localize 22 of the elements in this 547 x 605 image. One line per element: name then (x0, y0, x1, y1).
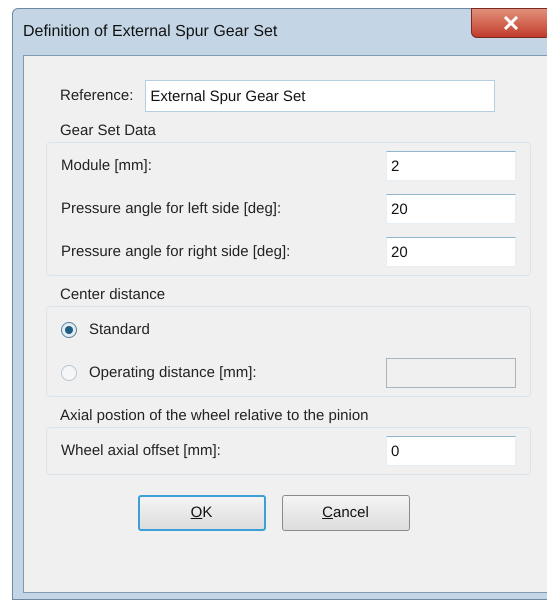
close-icon (503, 16, 519, 30)
radio-button[interactable] (61, 365, 77, 381)
group-title: Axial postion of the wheel relative to the pinion (59, 406, 370, 426)
dialog-button[interactable]: Cancel (282, 495, 410, 531)
field-label: Pressure angle for right side [deg]: (61, 242, 290, 262)
field-label: Pressure angle for left side [deg]: (61, 198, 282, 219)
window-title: Definition of External Spur Gear Set (23, 22, 278, 42)
radio-button[interactable] (61, 322, 77, 338)
field-label: Wheel axial offset [mm]: (61, 440, 221, 461)
group-title: Gear Set Data (59, 121, 157, 141)
dialog-button[interactable]: OK (138, 495, 266, 531)
radio-label: Standard (89, 320, 150, 340)
field-label: Reference: (60, 86, 134, 106)
input-field[interactable]: 0 (386, 436, 516, 466)
radio-label: Operating distance [mm]: (89, 362, 257, 383)
group-title: Center distance (59, 285, 166, 305)
input-field[interactable]: 2 (386, 151, 516, 181)
close-button[interactable] (471, 8, 547, 38)
input-field[interactable]: External Spur Gear Set (145, 80, 496, 112)
input-field[interactable]: 20 (386, 194, 516, 224)
input-field[interactable]: 20 (386, 237, 516, 267)
field-label: Module [mm]: (61, 156, 152, 176)
